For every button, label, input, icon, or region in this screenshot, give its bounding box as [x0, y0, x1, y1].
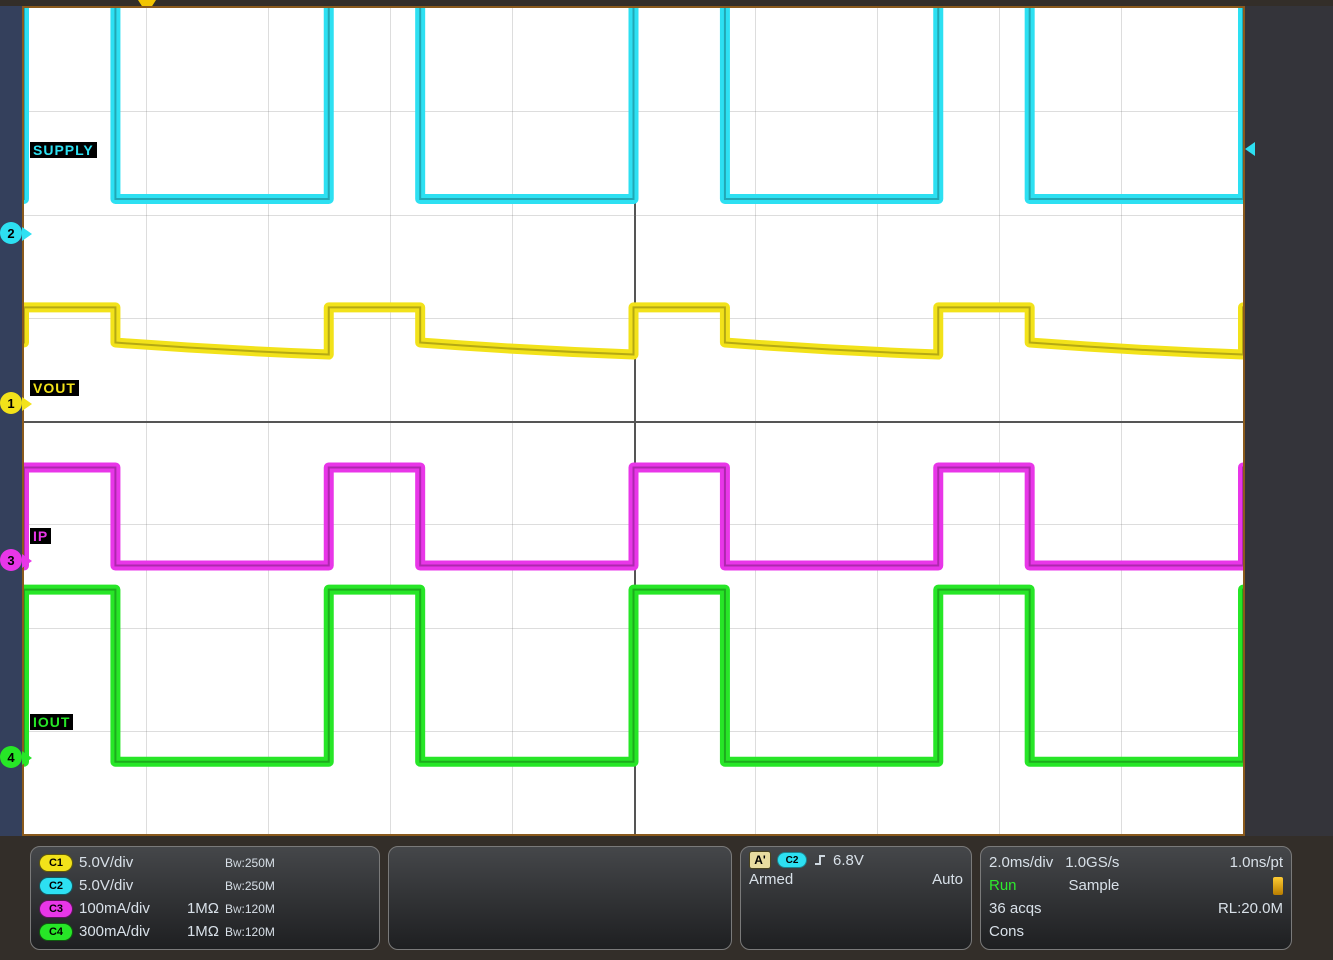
- cons-label: Cons: [989, 923, 1024, 940]
- ch1-bw: BW:250M: [225, 856, 275, 870]
- ch4-bw: BW:120M: [225, 925, 275, 939]
- ch3-bw: BW:120M: [225, 902, 275, 916]
- sample-mode: Sample: [1069, 877, 1120, 894]
- ch3-ref-num: 3: [7, 553, 14, 568]
- ch4-ref-arrow-icon: [22, 751, 32, 765]
- trigger-panel[interactable]: A' C2 6.8V Armed Auto: [740, 846, 972, 950]
- ch1-ref-arrow-icon: [22, 397, 32, 411]
- timebase-pt: 1.0ns/pt: [1230, 854, 1283, 871]
- ch4-impedance: 1MΩ: [169, 923, 219, 940]
- ch3-row: C3 100mA/div 1MΩ BW:120M: [39, 897, 371, 920]
- ch4-badge[interactable]: C4: [39, 923, 73, 941]
- ch3-ref-marker[interactable]: 3: [0, 549, 22, 571]
- ch1-badge[interactable]: C1: [39, 854, 73, 872]
- timebase-hdiv: 2.0ms/div: [989, 854, 1053, 871]
- ch3-badge[interactable]: C3: [39, 900, 73, 918]
- measurements-panel[interactable]: [388, 846, 732, 950]
- timebase-rate: 1.0GS/s: [1065, 854, 1119, 871]
- trigger-level-arrow-icon[interactable]: [1245, 142, 1255, 156]
- waveform-area[interactable]: SUPPLY VOUT IP IOUT: [22, 6, 1245, 836]
- rising-edge-icon: [813, 853, 827, 867]
- ch2-ref-marker[interactable]: 2: [0, 222, 22, 244]
- acq-count: 36 acqs: [989, 900, 1042, 917]
- ch2-ref-num: 2: [7, 226, 14, 241]
- ch1-ref-marker[interactable]: 1: [0, 392, 22, 414]
- ch4-ref-num: 4: [7, 750, 14, 765]
- temperature-indicator-icon: [1273, 877, 1283, 895]
- channel-readout-panel[interactable]: C1 5.0V/div BW:250M C2 5.0V/div BW:250M …: [30, 846, 380, 950]
- bottom-readout: C1 5.0V/div BW:250M C2 5.0V/div BW:250M …: [30, 846, 1303, 950]
- left-margin: [0, 6, 22, 836]
- run-status: Run: [989, 877, 1017, 894]
- ch4-row: C4 300mA/div 1MΩ BW:120M: [39, 920, 371, 943]
- ch1-scale: 5.0V/div: [79, 854, 163, 871]
- trigger-mode: Auto: [932, 871, 963, 888]
- ch4-scale: 300mA/div: [79, 923, 163, 940]
- waveform-canvas: [24, 8, 1243, 834]
- ch1-ref-num: 1: [7, 396, 14, 411]
- label-supply: SUPPLY: [30, 142, 97, 158]
- ch2-ref-arrow-icon: [22, 227, 32, 241]
- oscilloscope-frame: SUPPLY VOUT IP IOUT 2 1 3 4 C1 5.0V/div …: [0, 0, 1333, 960]
- ch1-row: C1 5.0V/div BW:250M: [39, 851, 371, 874]
- label-ip: IP: [30, 528, 51, 544]
- trigger-level: 6.8V: [833, 852, 864, 869]
- trigger-armed: Armed: [749, 871, 793, 888]
- trigger-a-badge[interactable]: A': [749, 851, 771, 869]
- label-iout: IOUT: [30, 714, 73, 730]
- trigger-source-badge[interactable]: C2: [777, 852, 807, 868]
- ch2-scale: 5.0V/div: [79, 877, 163, 894]
- ch3-impedance: 1MΩ: [169, 900, 219, 917]
- timebase-panel[interactable]: 2.0ms/div 1.0GS/s 1.0ns/pt Run Sample 36…: [980, 846, 1292, 950]
- ch2-badge[interactable]: C2: [39, 877, 73, 895]
- label-vout: VOUT: [30, 380, 79, 396]
- record-length: RL:20.0M: [1218, 900, 1283, 917]
- ch4-ref-marker[interactable]: 4: [0, 746, 22, 768]
- ch2-row: C2 5.0V/div BW:250M: [39, 874, 371, 897]
- ch3-scale: 100mA/div: [79, 900, 163, 917]
- ch3-ref-arrow-icon: [22, 554, 32, 568]
- ch2-bw: BW:250M: [225, 879, 275, 893]
- right-margin: [1245, 6, 1333, 836]
